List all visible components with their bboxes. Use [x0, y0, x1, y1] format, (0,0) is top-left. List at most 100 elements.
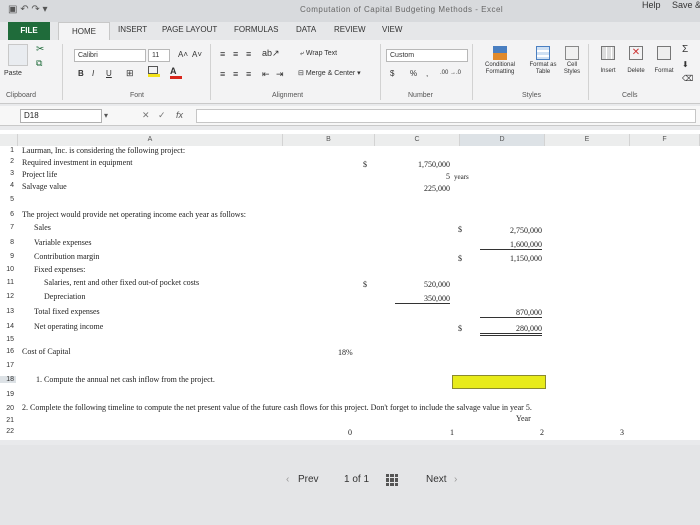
autosum-icon[interactable]: Σ — [682, 44, 688, 55]
row-header[interactable]: 21 — [0, 417, 16, 424]
format-as-table-button[interactable]: Format as Table — [528, 46, 558, 76]
row-header[interactable]: 2 — [0, 158, 16, 165]
merge-center-button[interactable]: ⊟ Merge & Center ▾ — [298, 69, 361, 77]
cell-a7[interactable]: Sales — [34, 223, 51, 232]
copy-icon[interactable]: ⧉ — [36, 58, 42, 69]
cell-a1[interactable]: Laurman, Inc. is considering the followi… — [22, 146, 185, 155]
fill-icon[interactable]: ⬇ — [682, 60, 689, 69]
next-chevron-icon[interactable]: › — [454, 474, 457, 485]
cell-a12[interactable]: Depreciation — [44, 292, 85, 301]
font-color-icon[interactable]: A — [170, 66, 182, 79]
cell-a9[interactable]: Contribution margin — [34, 252, 99, 261]
font-size-select[interactable]: 11 — [148, 49, 170, 62]
cell-d14[interactable]: 280,000 — [480, 324, 542, 336]
cell-d8[interactable]: 1,600,000 — [480, 240, 542, 250]
cell-a2[interactable]: Required investment in equipment — [22, 158, 132, 167]
row-header[interactable]: 16 — [0, 348, 16, 355]
cell-a20[interactable]: 2. Complete the following timeline to co… — [22, 403, 532, 412]
cell-a3[interactable]: Project life — [22, 170, 57, 179]
number-format-select[interactable]: Custom — [386, 49, 468, 62]
row-header[interactable]: 5 — [0, 196, 16, 203]
tab-insert[interactable]: INSERT — [118, 25, 147, 34]
tab-page-layout[interactable]: PAGE LAYOUT — [162, 25, 217, 34]
cell-a16[interactable]: Cost of Capital — [22, 347, 70, 356]
percent-button[interactable]: % — [410, 69, 417, 78]
row-header[interactable]: 15 — [0, 336, 16, 343]
row-header[interactable]: 22 — [0, 428, 16, 435]
row-header[interactable]: 11 — [0, 279, 16, 286]
font-name-select[interactable]: Calibri — [74, 49, 146, 62]
cell-d7[interactable]: 2,750,000 — [480, 226, 542, 235]
italic-button[interactable]: I — [92, 69, 94, 78]
cell-d21[interactable]: Year — [516, 414, 531, 423]
align-right-icon[interactable]: ≡ — [246, 69, 251, 79]
cell-styles-button[interactable]: Cell Styles — [560, 46, 584, 76]
cell-c3-unit[interactable]: years — [454, 173, 469, 181]
underline-button[interactable]: U — [106, 69, 112, 78]
column-header-e[interactable]: E — [545, 134, 630, 146]
quick-access-toolbar[interactable]: ▣ ↶ ↷ ▾ — [8, 4, 48, 15]
select-all-corner[interactable] — [0, 134, 18, 146]
bold-button[interactable]: B — [78, 69, 84, 78]
cell-d13[interactable]: 870,000 — [480, 308, 542, 318]
row-header[interactable]: 1 — [0, 147, 16, 154]
cancel-icon[interactable]: ✕ — [142, 110, 150, 121]
orientation-icon[interactable]: ab↗ — [262, 48, 280, 59]
cell-a18[interactable]: 1. Compute the annual net cash inflow fr… — [36, 375, 215, 384]
comma-button[interactable]: , — [426, 69, 428, 78]
cell-c7[interactable]: $ — [458, 225, 462, 234]
name-box-dropdown-icon[interactable]: ▾ — [104, 111, 108, 120]
row-header[interactable]: 3 — [0, 170, 16, 177]
align-left-icon[interactable]: ≡ — [220, 69, 225, 79]
clear-icon[interactable]: ⌫ — [682, 74, 693, 83]
row-header[interactable]: 14 — [0, 323, 16, 330]
tab-view[interactable]: VIEW — [382, 25, 402, 34]
paste-button[interactable]: Paste — [4, 70, 22, 77]
column-header-f[interactable]: F — [630, 134, 700, 146]
cell-a6[interactable]: The project would provide net operating … — [22, 210, 246, 219]
row-header[interactable]: 13 — [0, 308, 16, 315]
row-header[interactable]: 8 — [0, 239, 16, 246]
delete-cells-button[interactable]: ✕ Delete — [622, 46, 650, 74]
row-header[interactable]: 10 — [0, 266, 16, 273]
cell-b16[interactable]: 18% — [338, 348, 353, 357]
insert-function-icon[interactable]: fx — [176, 110, 183, 120]
cell-c2[interactable]: 1,750,000 — [395, 160, 450, 169]
cell-b22[interactable]: 0 — [348, 428, 352, 437]
formula-input[interactable] — [196, 109, 696, 123]
column-header-c[interactable]: C — [375, 134, 460, 146]
row-header-selected[interactable]: 18 — [0, 376, 16, 383]
tab-file[interactable]: FILE — [8, 22, 50, 40]
cell-d18-selected[interactable] — [452, 375, 546, 389]
cell-d9[interactable]: 1,150,000 — [480, 254, 542, 263]
row-header[interactable]: 6 — [0, 211, 16, 218]
align-middle-icon[interactable]: ≡ — [233, 49, 238, 59]
cell-c22[interactable]: 1 — [450, 428, 454, 437]
row-header[interactable]: 7 — [0, 224, 16, 231]
column-header-b[interactable]: B — [283, 134, 375, 146]
tab-review[interactable]: REVIEW — [334, 25, 366, 34]
wrap-text-button[interactable]: ⤶ Wrap Text — [300, 50, 337, 58]
cell-d22[interactable]: 2 — [540, 428, 544, 437]
decimal-buttons[interactable]: .00 →.0 — [440, 70, 461, 76]
paste-icon[interactable] — [8, 44, 28, 66]
cell-c4[interactable]: 225,000 — [400, 184, 450, 193]
cell-c11[interactable]: 520,000 — [395, 280, 450, 289]
row-header[interactable]: 12 — [0, 293, 16, 300]
cell-c3[interactable]: 5 — [430, 172, 450, 181]
tab-home[interactable]: HOME — [58, 22, 110, 40]
format-cells-button[interactable]: Format — [650, 46, 678, 74]
increase-indent-icon[interactable]: ⇥ — [276, 69, 284, 80]
grow-font-button[interactable]: A˄ — [178, 50, 188, 59]
tab-formulas[interactable]: FORMULAS — [234, 25, 278, 34]
grid-view-icon[interactable] — [386, 474, 398, 486]
cell-a11[interactable]: Salaries, rent and other fixed out-of po… — [44, 278, 199, 287]
help-menu[interactable]: Help — [642, 0, 661, 10]
fill-color-icon[interactable] — [148, 66, 160, 78]
borders-icon[interactable]: ⊞ — [126, 68, 134, 79]
currency-button[interactable]: $ — [390, 69, 394, 78]
prev-button[interactable]: Prev — [298, 474, 319, 485]
next-button[interactable]: Next — [426, 474, 447, 485]
cell-a10[interactable]: Fixed expenses: — [34, 265, 85, 274]
row-header[interactable]: 4 — [0, 182, 16, 189]
